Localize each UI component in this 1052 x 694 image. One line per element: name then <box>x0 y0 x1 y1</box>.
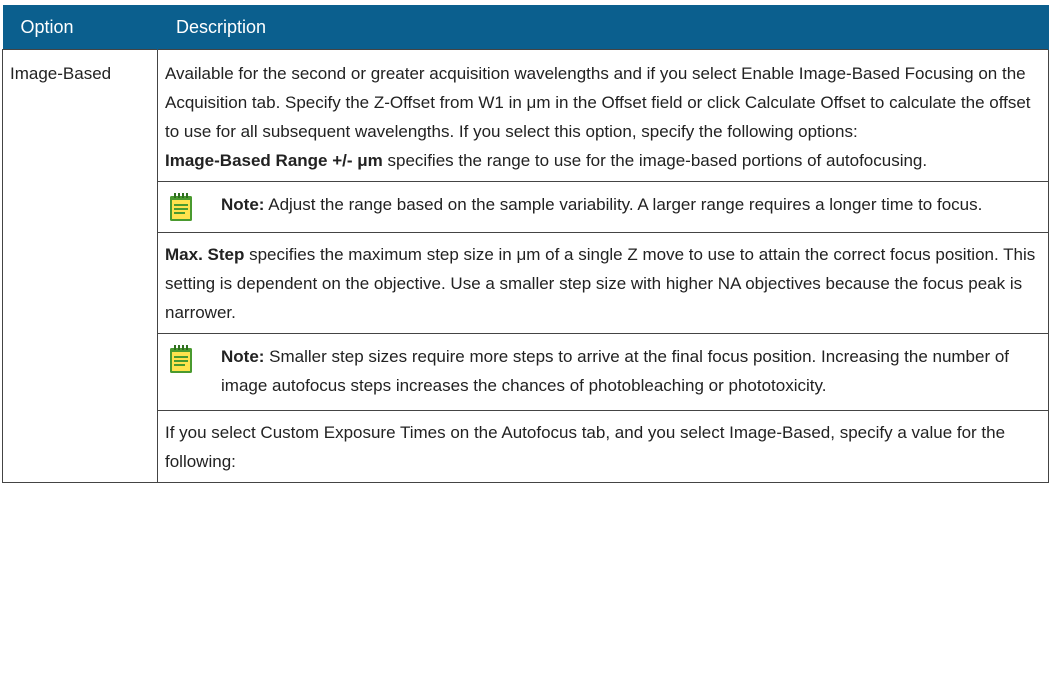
note-icon <box>170 193 192 221</box>
intro-section: Available for the second or greater acqu… <box>158 50 1048 181</box>
range-term: Image-Based Range +/- μm <box>165 151 383 170</box>
note-2: Note: Smaller step sizes require more st… <box>158 333 1048 410</box>
custom-exposure-section: If you select Custom Exposure Times on t… <box>158 410 1048 482</box>
note-1-label: Note: <box>221 195 265 214</box>
table-header-row: Option Description <box>2 5 1049 50</box>
note-icon <box>170 345 192 373</box>
note-2-label: Note: <box>221 347 265 366</box>
header-option: Option <box>2 5 158 50</box>
note-2-text: Smaller step sizes require more steps to… <box>221 347 1010 395</box>
note-2-body: Note: Smaller step sizes require more st… <box>221 342 1038 400</box>
max-step-text: specifies the maximum step size in μm of… <box>165 245 1036 322</box>
max-step-section: Max. Step specifies the maximum step siz… <box>158 232 1048 333</box>
intro-paragraph: Available for the second or greater acqu… <box>165 64 1031 141</box>
note-1-body: Note: Adjust the range based on the samp… <box>221 190 1038 219</box>
note-1-text: Adjust the range based on the sample var… <box>264 195 983 214</box>
description-cell: Available for the second or greater acqu… <box>157 49 1049 483</box>
range-paragraph: Image-Based Range +/- μm specifies the r… <box>165 146 1038 175</box>
option-cell: Image-Based <box>2 49 158 483</box>
note-1: Note: Adjust the range based on the samp… <box>158 181 1048 232</box>
table-row: Image-Based Available for the second or … <box>2 49 1049 483</box>
range-text: specifies the range to use for the image… <box>382 151 928 170</box>
custom-paragraph: If you select Custom Exposure Times on t… <box>165 423 1006 471</box>
max-step-term: Max. Step <box>165 245 245 264</box>
header-description: Description <box>157 5 1049 50</box>
options-table: Option Description Image-Based Available… <box>2 5 1049 483</box>
